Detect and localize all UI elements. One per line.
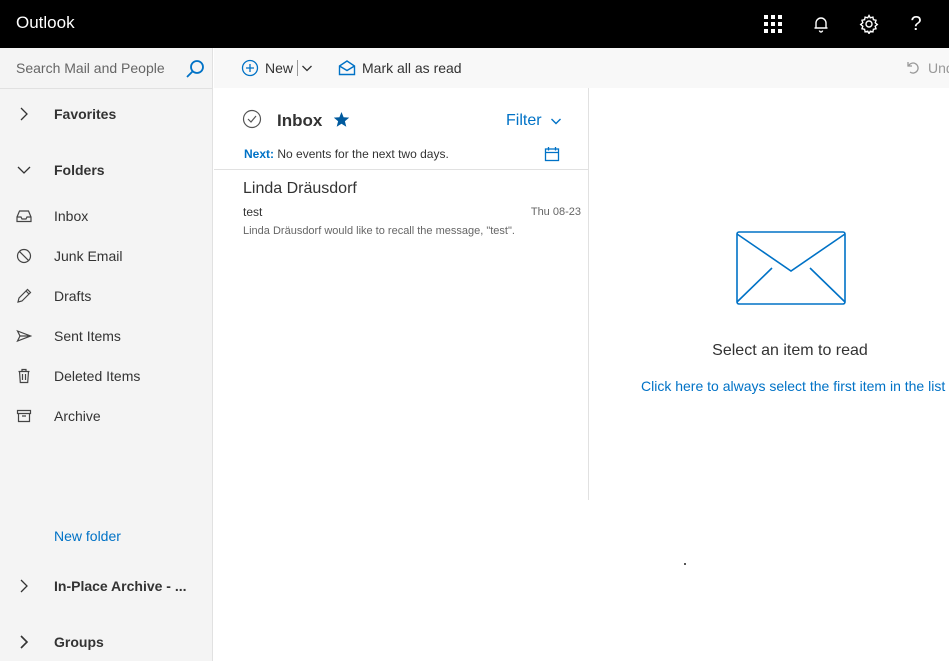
inbox-icon: [16, 208, 32, 224]
app-launcher-icon[interactable]: [759, 10, 787, 38]
groups-label: Groups: [54, 634, 104, 650]
calendar-icon[interactable]: [544, 146, 560, 162]
sidebar-divider: [0, 88, 213, 89]
sidebar-item-label: Junk Email: [54, 248, 123, 264]
message-preview: Linda Dräusdorf would like to recall the…: [243, 225, 515, 237]
sidebar-item-junk-email[interactable]: Junk Email: [0, 240, 213, 272]
message-list: Inbox Filter Next: No events for the nex…: [214, 88, 589, 500]
junk-icon: [16, 248, 32, 264]
sidebar-item-drafts[interactable]: Drafts: [0, 280, 213, 312]
stray-dot: [684, 563, 686, 565]
favorite-star-icon[interactable]: [333, 111, 350, 133]
folder-title: Inbox: [277, 111, 323, 130]
search-box: [0, 48, 213, 88]
split-divider: [297, 60, 299, 76]
bell-icon[interactable]: [807, 10, 835, 38]
command-bar: New Mark all as read Und: [214, 48, 949, 88]
folders-label: Folders: [54, 162, 105, 178]
undo-icon: [905, 60, 921, 76]
select-item-message: Select an item to read: [712, 342, 868, 359]
plus-circle-icon: [241, 59, 259, 77]
groups-section[interactable]: Groups: [0, 624, 213, 660]
search-input[interactable]: [8, 54, 180, 82]
filter-button[interactable]: Filter: [506, 112, 562, 130]
message-date: Thu 08-23: [530, 206, 581, 218]
envelope-icon: [736, 231, 846, 305]
top-bar: Outlook ?: [0, 0, 949, 48]
chevron-down-icon: [550, 115, 562, 127]
trash-icon: [16, 368, 32, 384]
next-label: Next:: [244, 147, 275, 161]
folders-section[interactable]: Folders: [0, 152, 213, 188]
new-folder-link[interactable]: New folder: [54, 528, 121, 544]
sidebar: Favorites Folders Inbox Junk Email Draft…: [0, 48, 213, 661]
mark-all-read-button[interactable]: Mark all as read: [338, 48, 462, 88]
sidebar-item-label: Inbox: [54, 208, 89, 224]
new-button[interactable]: New: [241, 48, 313, 88]
chevron-right-icon: [17, 107, 31, 121]
next-events-line: Next: No events for the next two days.: [244, 147, 449, 161]
favorites-label: Favorites: [54, 106, 117, 122]
favorites-section[interactable]: Favorites: [0, 96, 213, 132]
archive-icon: [16, 408, 32, 424]
in-place-archive-section[interactable]: In-Place Archive - ...: [0, 568, 213, 604]
search-icon[interactable]: [185, 59, 205, 79]
mark-all-read-label: Mark all as read: [362, 60, 462, 76]
sidebar-item-sent-items[interactable]: Sent Items: [0, 320, 213, 352]
undo-label: Und: [928, 60, 949, 76]
app-title[interactable]: Outlook: [16, 13, 75, 33]
gear-icon[interactable]: [855, 10, 883, 38]
new-button-label: New: [265, 60, 294, 76]
reading-pane: Select an item to read Click here to alw…: [590, 88, 949, 500]
sidebar-item-inbox[interactable]: Inbox: [0, 200, 213, 232]
sidebar-item-label: Drafts: [54, 288, 92, 304]
open-envelope-icon: [338, 59, 356, 77]
sidebar-item-label: Sent Items: [54, 328, 121, 344]
message-subject: test: [243, 205, 263, 219]
undo-button[interactable]: Und: [905, 48, 949, 88]
pencil-icon: [16, 288, 32, 304]
message-row[interactable]: Linda Dräusdorf test Thu 08-23 Linda Drä…: [214, 170, 589, 240]
sidebar-item-deleted-items[interactable]: Deleted Items: [0, 360, 213, 392]
filter-label: Filter: [506, 112, 542, 129]
sidebar-item-label: Archive: [54, 408, 101, 424]
sidebar-item-archive[interactable]: Archive: [0, 400, 213, 432]
next-events-text: No events for the next two days.: [277, 147, 449, 161]
chevron-down-icon: [17, 163, 31, 177]
chevron-down-icon[interactable]: [301, 62, 313, 74]
sidebar-item-label: Deleted Items: [54, 368, 141, 384]
chevron-right-icon: [17, 579, 31, 593]
in-place-archive-label: In-Place Archive - ...: [54, 578, 187, 594]
select-all-check-icon[interactable]: [242, 109, 262, 134]
always-select-first-link[interactable]: Click here to always select the first it…: [641, 378, 945, 394]
message-sender: Linda Dräusdorf: [243, 180, 357, 197]
chevron-right-icon: [17, 635, 31, 649]
help-icon[interactable]: ?: [902, 10, 930, 38]
send-icon: [16, 328, 33, 344]
